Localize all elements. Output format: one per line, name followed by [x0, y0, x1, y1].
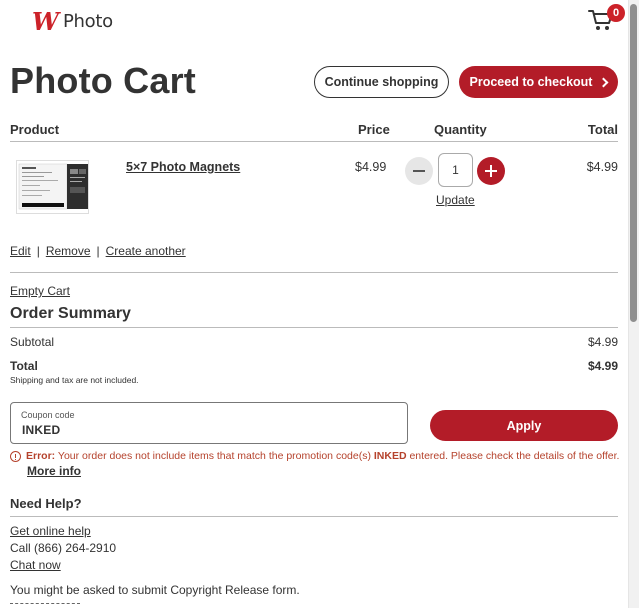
- action-separator: |: [36, 244, 40, 258]
- shipping-tax-note: Shipping and tax are not included.: [10, 375, 139, 385]
- quantity-decrease-button[interactable]: [405, 157, 433, 185]
- error-text: Error: Your order does not include items…: [26, 450, 619, 462]
- subtotal-label: Subtotal: [10, 335, 55, 349]
- plus-icon-vertical: [490, 165, 492, 177]
- proceed-to-checkout-button[interactable]: Proceed to checkout: [459, 66, 618, 98]
- product-name-link[interactable]: 5×7 Photo Magnets: [126, 160, 240, 174]
- error-text-after: entered. Please check the details of the…: [409, 450, 620, 462]
- total-label: Total: [10, 359, 38, 373]
- edit-link[interactable]: Edit: [10, 244, 31, 258]
- walgreens-photo-logo[interactable]: W Photo: [32, 10, 113, 34]
- error-prefix: Error:: [26, 450, 56, 462]
- remove-link[interactable]: Remove: [46, 244, 91, 258]
- checkout-button-label: Proceed to checkout: [469, 75, 593, 89]
- product-price: $4.99: [355, 160, 387, 174]
- continue-shopping-button[interactable]: Continue shopping: [314, 66, 449, 98]
- quantity-increase-button[interactable]: [477, 157, 505, 185]
- order-summary-title: Order Summary: [10, 305, 131, 322]
- product-thumbnail-image: [17, 161, 88, 213]
- photo-cart-page: W Photo 0 Photo Cart Continue shopping P…: [0, 0, 628, 608]
- empty-cart-link[interactable]: Empty Cart: [10, 284, 70, 298]
- chevron-right-icon: [599, 77, 609, 88]
- chat-now-link[interactable]: Chat now: [10, 558, 61, 572]
- partially-visible-link[interactable]: [10, 603, 80, 605]
- subtotal-value: $4.99: [587, 335, 618, 349]
- minus-icon: [413, 170, 425, 172]
- get-online-help-link[interactable]: Get online help: [10, 524, 91, 538]
- divider: [10, 516, 618, 517]
- logo-text: Photo: [62, 11, 113, 32]
- product-thumbnail[interactable]: [16, 160, 89, 214]
- error-icon: [10, 451, 21, 462]
- coupon-code-label: Coupon code: [21, 410, 75, 420]
- cart-table-header: Product Price Quantity Total: [10, 120, 618, 142]
- row-actions: Edit | Remove | Create another: [10, 244, 186, 258]
- site-header: W Photo 0: [10, 4, 628, 38]
- column-header-product: Product: [10, 122, 60, 137]
- error-code: INKED: [373, 450, 407, 462]
- product-line-total: $4.99: [586, 160, 618, 174]
- vertical-scrollbar[interactable]: [628, 0, 639, 608]
- coupon-code-input[interactable]: INKED: [22, 423, 60, 437]
- copyright-release-note: You might be asked to submit Copyright R…: [10, 583, 300, 597]
- total-value: $4.99: [587, 359, 618, 373]
- update-quantity-link[interactable]: Update: [436, 193, 475, 207]
- quantity-input[interactable]: 1: [438, 153, 473, 187]
- coupon-code-field[interactable]: Coupon code INKED: [10, 402, 408, 444]
- column-header-price: Price: [358, 122, 390, 137]
- column-header-quantity: Quantity: [434, 122, 487, 137]
- divider: [10, 327, 618, 328]
- create-another-link[interactable]: Create another: [106, 244, 186, 258]
- need-help-title: Need Help?: [10, 496, 82, 511]
- call-phone-text: Call (866) 264-2910: [10, 541, 117, 555]
- more-info-link[interactable]: More info: [27, 464, 81, 478]
- action-separator: |: [96, 244, 100, 258]
- coupon-error-message: Error: Your order does not include items…: [10, 450, 622, 462]
- cart-count-badge: 0: [607, 4, 625, 22]
- divider: [10, 272, 618, 273]
- logo-mark: W: [32, 7, 59, 36]
- error-text-before: Your order does not include items that m…: [57, 450, 371, 462]
- column-header-total: Total: [587, 122, 618, 137]
- apply-coupon-button[interactable]: Apply: [430, 410, 618, 441]
- page-title: Photo Cart: [10, 60, 196, 101]
- scrollbar-thumb[interactable]: [630, 4, 637, 322]
